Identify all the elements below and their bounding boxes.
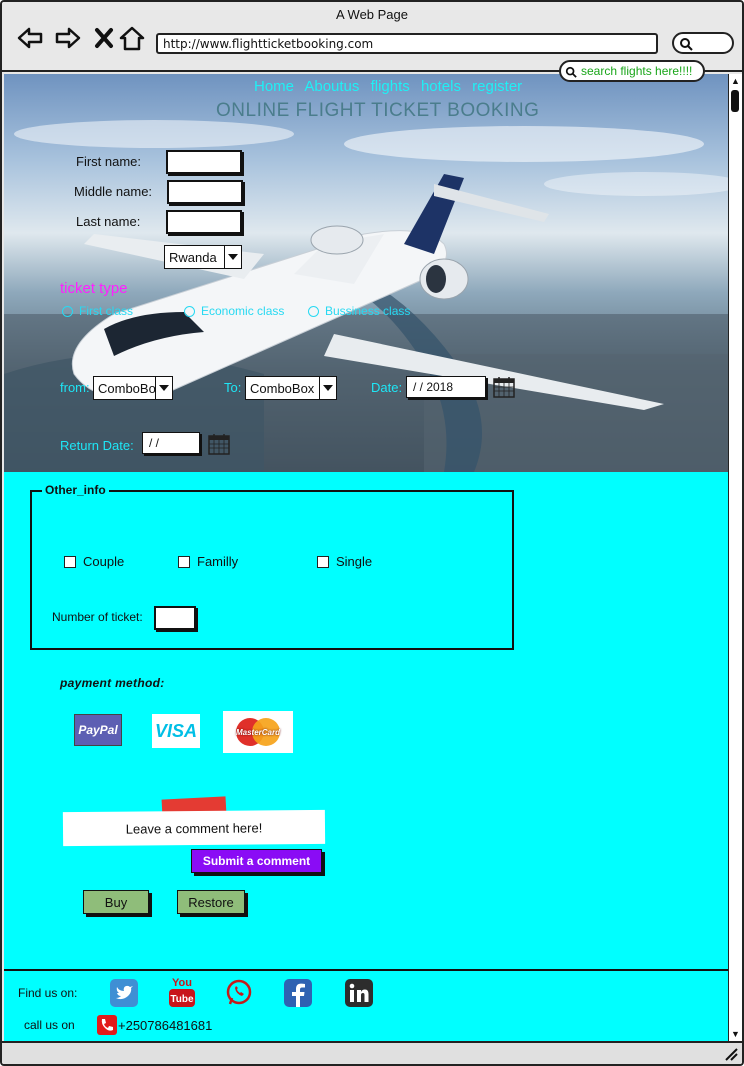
svg-text:You: You — [172, 977, 192, 989]
checkbox-box — [64, 555, 76, 568]
return-date-field[interactable]: / / — [142, 432, 200, 454]
nav-home[interactable]: Home — [254, 78, 294, 95]
other-info-legend: Other_info — [42, 483, 109, 497]
date-field[interactable]: / / 2018 — [406, 376, 486, 398]
linkedin-icon[interactable] — [345, 979, 373, 1007]
browser-search-field[interactable] — [672, 32, 734, 54]
main-nav: Home Aboutus flights hotels register — [254, 78, 529, 95]
calendar-icon[interactable] — [208, 433, 230, 455]
nav-hotels[interactable]: hotels — [421, 78, 461, 95]
radio-circle-icon — [184, 305, 195, 317]
radio-first-class[interactable]: First class — [62, 304, 133, 318]
stop-icon[interactable] — [90, 24, 118, 52]
payment-method-label: payment method: — [60, 676, 165, 690]
radio-label: Bussiness class — [325, 304, 411, 318]
chevron-down-icon — [224, 246, 241, 268]
scroll-up-icon[interactable]: ▲ — [731, 76, 740, 86]
paypal-logo[interactable]: PayPal — [74, 714, 122, 746]
to-label: To: — [224, 380, 242, 395]
forward-arrow-icon[interactable] — [54, 24, 82, 52]
checkbox-family[interactable]: Familly — [178, 554, 238, 569]
youtube-icon[interactable]: You Tube — [168, 975, 196, 1009]
footer: Find us on: You Tube call us on +2507864… — [4, 969, 728, 1041]
first-name-input[interactable] — [166, 150, 242, 174]
visa-text: VISA — [154, 720, 197, 741]
search-flights-field[interactable]: search flights here!!!! — [559, 60, 705, 82]
airplane-image — [4, 120, 728, 472]
radio-label: First class — [79, 304, 133, 318]
checkbox-label: Familly — [197, 554, 239, 569]
search-flights-text: search flights here!!!! — [581, 64, 693, 78]
mastercard-logo[interactable]: MasterCard — [223, 711, 293, 753]
status-bar — [2, 1041, 742, 1064]
first-name-label: First name: — [76, 154, 142, 169]
phone-number[interactable]: +250786481681 — [118, 1018, 212, 1033]
last-name-input[interactable] — [166, 210, 242, 234]
to-select[interactable]: ComboBox — [245, 376, 337, 400]
middle-name-input[interactable] — [167, 180, 243, 204]
phone-icon — [97, 1015, 117, 1035]
to-value: ComboBox — [250, 380, 315, 396]
svg-text:Tube: Tube — [170, 994, 194, 1005]
ticket-type-label: ticket type — [60, 280, 128, 297]
from-value: ComboBox — [98, 380, 155, 396]
nav-aboutus[interactable]: Aboutus — [304, 78, 359, 95]
country-select[interactable]: Rwanda — [164, 245, 242, 269]
scroll-down-icon[interactable]: ▼ — [731, 1029, 740, 1039]
resize-grip-icon[interactable] — [724, 1047, 738, 1061]
middle-name-label: Middle name: — [74, 184, 153, 199]
radio-label: Economic class — [201, 304, 285, 318]
from-select[interactable]: ComboBox — [93, 376, 173, 400]
browser-window: A Web Page http://www.flightticketbookin… — [0, 0, 744, 1066]
search-icon — [565, 66, 577, 78]
chevron-down-icon — [155, 377, 172, 399]
nav-register[interactable]: register — [472, 78, 522, 95]
radio-circle-icon — [308, 305, 319, 317]
vertical-scrollbar[interactable]: ▲ ▼ — [728, 74, 742, 1041]
address-bar[interactable]: http://www.flightticketbooking.com — [156, 33, 658, 54]
other-info-group: Other_info Couple Familly Single Number … — [30, 483, 514, 650]
ticket-count-input[interactable] — [154, 606, 196, 630]
back-arrow-icon[interactable] — [16, 24, 44, 52]
restore-button[interactable]: Restore — [177, 890, 245, 914]
date-label: Date: — [371, 380, 403, 395]
facebook-icon[interactable] — [284, 979, 312, 1007]
checkbox-box — [178, 555, 190, 568]
submit-comment-button[interactable]: Submit a comment — [191, 849, 322, 873]
home-icon[interactable] — [118, 24, 146, 52]
buy-button[interactable]: Buy — [83, 890, 149, 914]
window-title: A Web Page — [335, 7, 409, 22]
checkbox-label: Single — [336, 554, 373, 569]
paypal-text: PayPal — [78, 723, 118, 737]
ticket-count-label: Number of ticket: — [52, 610, 143, 624]
radio-economic-class[interactable]: Economic class — [184, 304, 284, 318]
main-content: Other_info Couple Familly Single Number … — [4, 472, 728, 969]
radio-business-class[interactable]: Bussiness class — [308, 304, 410, 318]
comment-box[interactable]: Leave a comment here! — [62, 809, 326, 847]
find-us-label: Find us on: — [18, 986, 78, 1000]
radio-circle-icon — [62, 305, 73, 317]
visa-logo[interactable]: VISA — [152, 714, 200, 748]
checkbox-label: Couple — [83, 554, 125, 569]
twitter-icon[interactable] — [110, 979, 138, 1007]
search-icon — [680, 38, 693, 51]
return-date-label: Return Date: — [60, 438, 134, 453]
page-title: ONLINE FLIGHT TICKET BOOKING — [216, 100, 540, 121]
from-label: from: — [60, 380, 90, 395]
scroll-thumb[interactable] — [731, 90, 739, 112]
mastercard-text: MasterCard — [235, 727, 280, 737]
checkbox-single[interactable]: Single — [317, 554, 372, 569]
country-value: Rwanda — [169, 249, 217, 265]
chevron-down-icon — [319, 377, 336, 399]
checkbox-couple[interactable]: Couple — [64, 554, 124, 569]
call-us-label: call us on — [24, 1018, 75, 1032]
nav-flights[interactable]: flights — [371, 78, 410, 95]
last-name-label: Last name: — [76, 214, 141, 229]
whatsapp-icon[interactable] — [225, 979, 253, 1007]
checkbox-box — [317, 555, 329, 568]
calendar-icon[interactable] — [493, 376, 515, 398]
hero-banner: Home Aboutus flights hotels register ONL… — [4, 74, 728, 472]
